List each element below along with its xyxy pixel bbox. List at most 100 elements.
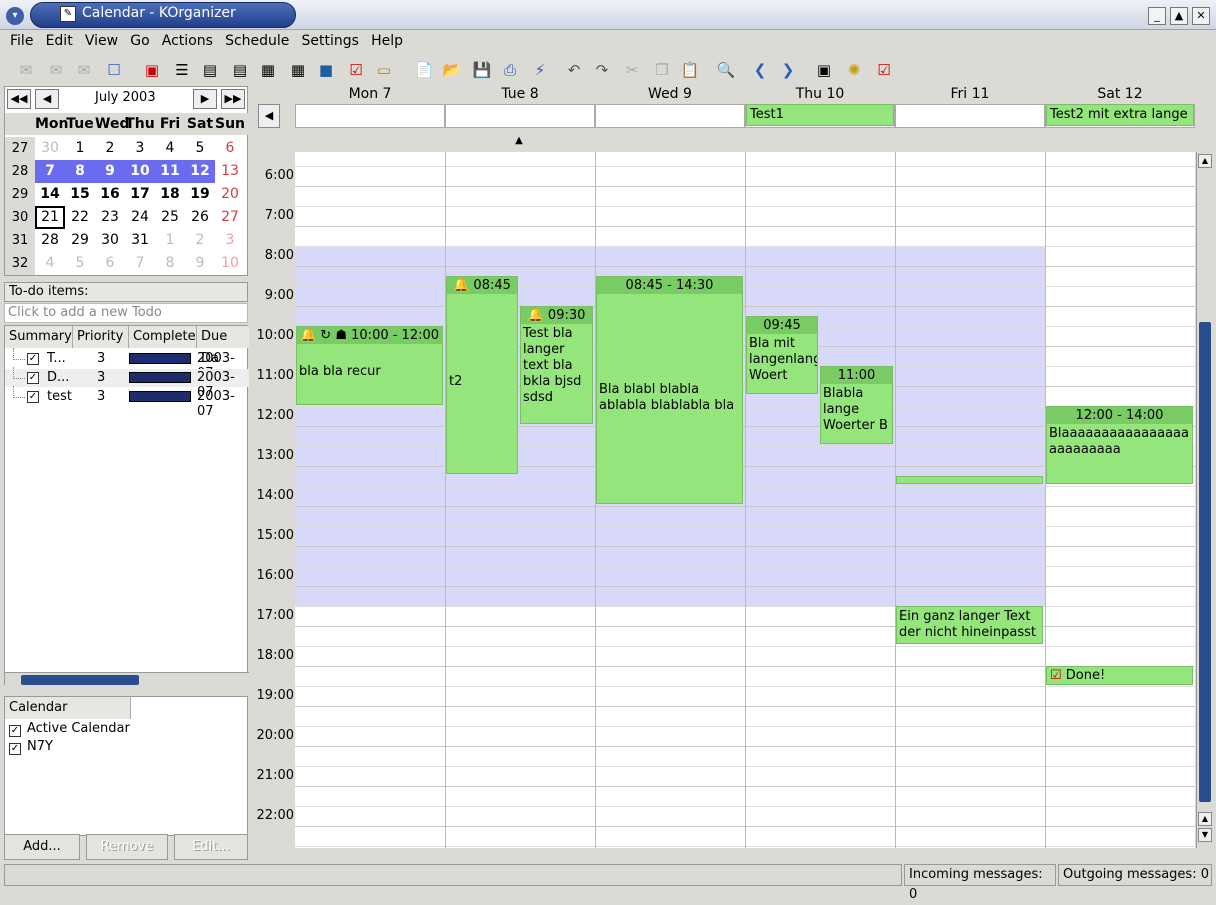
todo-view-icon[interactable]: ☑ xyxy=(344,59,368,81)
event-tue-test[interactable]: 🔔 09:30 Test bla langer text bla bkla bj… xyxy=(520,306,593,424)
week-number[interactable]: 27 xyxy=(5,137,35,160)
day-cell[interactable]: 25 xyxy=(155,206,185,229)
save-icon[interactable]: 💾 xyxy=(470,59,494,81)
column-priority[interactable]: Priority xyxy=(73,326,129,348)
paste-icon[interactable]: 📋 xyxy=(678,59,702,81)
scroll-up-icon[interactable]: ▲ xyxy=(1198,154,1212,168)
list-view-icon[interactable]: ☰ xyxy=(170,59,194,81)
day-cell[interactable]: 23 xyxy=(95,206,125,229)
menu-help[interactable]: Help xyxy=(367,30,407,49)
day-cell[interactable]: 27 xyxy=(215,206,245,229)
scrollbar-thumb[interactable] xyxy=(21,675,139,685)
day-cell[interactable]: 20 xyxy=(215,183,245,206)
day-cell[interactable]: 26 xyxy=(185,206,215,229)
week-number[interactable]: 30 xyxy=(5,206,35,229)
menu-file[interactable]: File xyxy=(6,30,37,49)
column-summary[interactable]: Summary xyxy=(5,326,73,348)
week-number[interactable]: 31 xyxy=(5,229,35,252)
print-preview-icon[interactable]: ⚡ xyxy=(528,59,552,81)
next-days-icon[interactable]: ▦ xyxy=(286,59,310,81)
day-cell[interactable]: 4 xyxy=(155,137,185,160)
todo-row[interactable]: ✓ test 3 2003-07 xyxy=(5,386,249,419)
event-tue-t2[interactable]: 🔔 08:45 t2 xyxy=(446,276,518,474)
collapse-arrow-icon[interactable]: ▲ xyxy=(511,136,527,146)
copy-icon[interactable]: ❐ xyxy=(650,59,674,81)
event-sat[interactable]: 12:00 - 14:00 Blaaaaaaaaaaaaaaaaaaaaaaaa… xyxy=(1046,406,1193,484)
day-cell[interactable]: 4 xyxy=(35,252,65,275)
scroll-up-icon[interactable]: ▲ xyxy=(1198,812,1212,826)
time-grid[interactable]: 🔔 ↻ ☗ 10:00 - 12:00 bla bla recur 🔔 08:4… xyxy=(295,152,1195,848)
new-todo-input[interactable]: Click to add a new Todo xyxy=(4,303,248,323)
event-fri-long[interactable]: Ein ganz langer Text der nicht hineinpas… xyxy=(896,606,1043,644)
search-icon[interactable]: 🔍 xyxy=(714,59,738,81)
calendar-column-header[interactable]: Calendar xyxy=(5,697,131,719)
menu-view[interactable]: View xyxy=(81,30,122,49)
day-cell[interactable]: 5 xyxy=(185,137,215,160)
day-cell[interactable]: 3 xyxy=(215,229,245,252)
day-cell[interactable]: 18 xyxy=(155,183,185,206)
allday-cell[interactable] xyxy=(595,104,745,128)
back-arrow-icon[interactable]: ❮ xyxy=(748,59,772,81)
todo-row[interactable]: ✓ D... 3 2003-07 xyxy=(5,367,249,400)
event-mon[interactable]: 🔔 ↻ ☗ 10:00 - 12:00 bla bla recur xyxy=(296,326,443,405)
menu-actions[interactable]: Actions xyxy=(158,30,217,49)
event-wed[interactable]: 08:45 - 14:30 Bla blabl blabla ablabla b… xyxy=(596,276,743,504)
day-cell[interactable]: 17 xyxy=(125,183,155,206)
new-todo-icon[interactable]: ☑ xyxy=(872,59,896,81)
allday-cell[interactable] xyxy=(895,104,1045,128)
day-cell[interactable]: 5 xyxy=(65,252,95,275)
day-cell[interactable]: 10 xyxy=(125,160,155,183)
week-number[interactable]: 32 xyxy=(5,252,35,275)
scroll-down-icon[interactable]: ▼ xyxy=(1198,828,1212,842)
column-due-date[interactable]: Due Da xyxy=(197,326,249,366)
open-icon[interactable]: 📂 xyxy=(440,59,464,81)
day-cell[interactable]: 16 xyxy=(95,183,125,206)
send-icon[interactable]: ✉ xyxy=(44,59,68,81)
next-month-button[interactable]: ▶ xyxy=(193,89,217,109)
day-cell[interactable]: 28 xyxy=(35,229,65,252)
column-complete[interactable]: Complete xyxy=(129,326,197,348)
day-cell[interactable]: 29 xyxy=(65,229,95,252)
day-cell[interactable]: 10 xyxy=(215,252,245,275)
work-week-icon[interactable]: ▤ xyxy=(228,59,252,81)
checkbox-icon[interactable]: ✓ xyxy=(9,725,21,737)
day-cell[interactable]: 24 xyxy=(125,206,155,229)
next-year-button[interactable]: ▶▶ xyxy=(221,89,245,109)
close-button[interactable]: ✕ xyxy=(1192,7,1210,25)
event-thu-1[interactable]: 09:45 Bla mit langenlangen Woert xyxy=(746,316,818,394)
todo-row[interactable]: ✓T...32003-07 xyxy=(5,348,249,381)
allday-event[interactable]: Test1 xyxy=(746,104,894,126)
day-cell[interactable]: 6 xyxy=(95,252,125,275)
add-button[interactable]: Add... xyxy=(4,834,80,860)
addressbook-icon[interactable]: ☐ xyxy=(102,59,126,81)
day-cell[interactable]: 8 xyxy=(65,160,95,183)
day-cell[interactable]: 9 xyxy=(185,252,215,275)
day-view-icon[interactable]: ▤ xyxy=(198,59,222,81)
day-cell[interactable]: 30 xyxy=(95,229,125,252)
menu-settings[interactable]: Settings xyxy=(298,30,363,49)
allday-cell[interactable] xyxy=(295,104,445,128)
day-cell[interactable]: 11 xyxy=(155,160,185,183)
scrollbar-thumb[interactable] xyxy=(1199,322,1211,802)
allday-cell[interactable] xyxy=(445,104,595,128)
day-cell[interactable]: 15 xyxy=(65,183,95,206)
day-cell[interactable]: 1 xyxy=(65,137,95,160)
maximize-button[interactable]: ▲ xyxy=(1170,7,1188,25)
event-thu-2[interactable]: 11:00 Blabla lange Woerter B xyxy=(820,366,893,444)
remove-button[interactable]: Remove xyxy=(86,834,168,860)
calendar-item[interactable]: Active Calendar xyxy=(27,721,130,736)
day-cell[interactable]: 6 xyxy=(215,137,245,160)
undo-icon[interactable]: ↶ xyxy=(562,59,586,81)
checkbox-icon[interactable]: ✓ xyxy=(27,372,39,384)
day-cell[interactable]: 12 xyxy=(185,160,215,183)
allday-event[interactable]: Test2 mit extra lange xyxy=(1046,104,1194,126)
prev-year-button[interactable]: ◀◀ xyxy=(7,89,31,109)
day-cell[interactable]: 3 xyxy=(125,137,155,160)
day-cell[interactable]: 7 xyxy=(35,160,65,183)
mail-icon[interactable]: ✉ xyxy=(14,59,38,81)
day-cell[interactable]: 22 xyxy=(65,206,95,229)
checkbox-icon[interactable]: ✓ xyxy=(9,743,21,755)
checkbox-icon[interactable]: ✓ xyxy=(27,353,39,365)
forward-arrow-icon[interactable]: ❯ xyxy=(776,59,800,81)
cut-icon[interactable]: ✂ xyxy=(620,59,644,81)
